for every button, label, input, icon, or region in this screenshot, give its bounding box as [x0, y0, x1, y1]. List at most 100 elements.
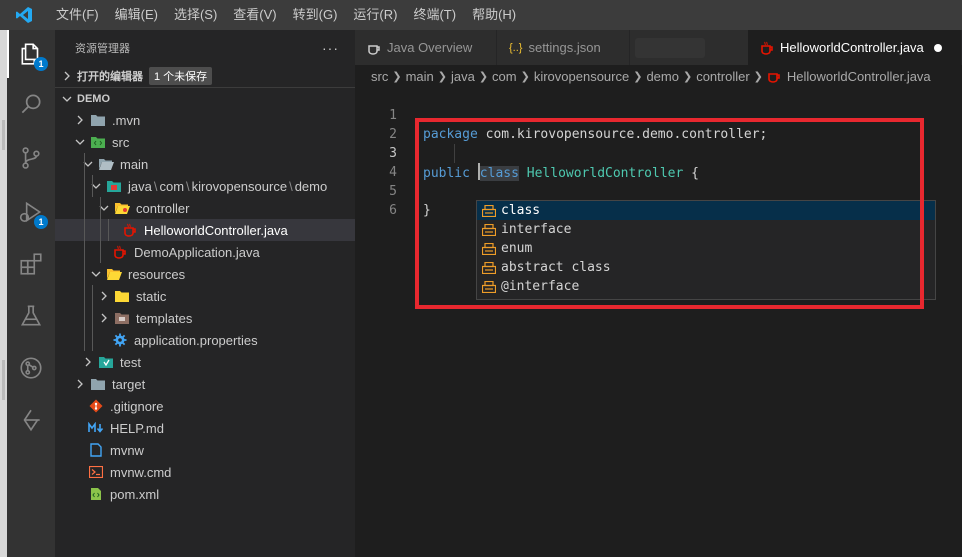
chevron-down-icon — [80, 156, 96, 172]
chevron-right-icon: ❯ — [392, 70, 402, 83]
breadcrumb-item[interactable]: HelloworldController.java — [787, 69, 931, 84]
testing-flask-icon[interactable] — [7, 292, 55, 340]
breadcrumb-item[interactable]: kirovopensource — [534, 69, 629, 84]
breadcrumb-item[interactable]: main — [406, 69, 434, 84]
menu-go[interactable]: 转到(G) — [285, 0, 346, 30]
tree-item-static[interactable]: static — [55, 285, 355, 307]
run-debug-icon[interactable]: 1 — [7, 188, 55, 236]
tree-item-gitignore[interactable]: .gitignore — [55, 395, 355, 417]
more-actions-icon[interactable]: ··· — [322, 40, 339, 56]
search-icon[interactable] — [7, 80, 55, 128]
annotation-highlight-box — [415, 118, 924, 309]
menu-selection[interactable]: 选择(S) — [166, 0, 225, 30]
tab-helloworld-controller[interactable]: HelloworldController.java — [748, 30, 962, 65]
title-bar: 文件(F) 编辑(E) 选择(S) 查看(V) 转到(G) 运行(R) 终端(T… — [0, 0, 962, 30]
tree-item-resources[interactable]: resources — [55, 263, 355, 285]
extensions-icon[interactable] — [7, 240, 55, 288]
breadcrumb-item[interactable]: controller — [696, 69, 749, 84]
activity-bar: 1 1 — [7, 30, 55, 557]
line-number: 6 — [389, 203, 397, 218]
debug-badge: 1 — [34, 215, 48, 229]
project-section[interactable]: DEMO — [55, 87, 355, 109]
tree-label: controller — [136, 200, 190, 216]
gear-icon — [112, 332, 128, 348]
tree-item-helloworld-controller[interactable]: HelloworldController.java — [55, 219, 355, 241]
tree-item-mvnw-cmd[interactable]: mvnw.cmd — [55, 461, 355, 483]
tree-item-demo-application[interactable]: DemoApplication.java — [55, 241, 355, 263]
java-file-icon — [122, 222, 138, 238]
sidebar-header: 资源管理器 ··· — [55, 30, 355, 65]
chevron-down-icon — [96, 200, 112, 216]
package-path: java \ com \ kirovopensource \ demo — [128, 178, 328, 194]
menu-view[interactable]: 查看(V) — [225, 0, 284, 30]
java-overview-icon — [367, 41, 381, 55]
tree-label: mvnw.cmd — [110, 464, 172, 480]
code-line-1: 1 package com.kirovopensource.demo.contr… — [355, 87, 962, 142]
folder-icon — [90, 112, 106, 128]
tree-label: pom.xml — [110, 486, 160, 502]
unsaved-dot-icon[interactable] — [933, 43, 942, 52]
chevron-right-icon — [59, 68, 75, 84]
resources-folder-icon — [106, 266, 122, 282]
tree-item-templates[interactable]: templates — [55, 307, 355, 329]
menu-file[interactable]: 文件(F) — [48, 0, 107, 30]
tree-item-pom-xml[interactable]: pom.xml — [55, 483, 355, 505]
project-label: DEMO — [77, 92, 110, 105]
open-editors-section[interactable]: 打开的编辑器 1 个未保存 — [55, 65, 355, 87]
tree-label: resources — [128, 266, 186, 282]
tree-label: .mvn — [112, 112, 141, 128]
breadcrumb-item[interactable]: src — [371, 69, 388, 84]
folder-open-icon — [98, 156, 114, 172]
chevron-right-icon: ❯ — [478, 70, 489, 83]
src-folder-icon — [90, 134, 106, 150]
breadcrumb-item[interactable]: java — [451, 69, 475, 84]
remote-explorer-icon[interactable] — [7, 396, 55, 444]
vscode-logo-icon — [0, 0, 48, 30]
java-file-icon — [767, 69, 781, 83]
tree-label: target — [112, 376, 146, 392]
explorer-sidebar: 资源管理器 ··· 打开的编辑器 1 个未保存 DEMO .mvn src ma… — [55, 30, 355, 557]
chevron-down-icon — [72, 134, 88, 150]
menu-terminal[interactable]: 终端(T) — [405, 0, 464, 30]
tree-item-help-md[interactable]: HELP.md — [55, 417, 355, 439]
file-icon — [88, 442, 104, 458]
tab-label: Java Overview — [387, 40, 473, 55]
tree-label: .gitignore — [110, 398, 164, 414]
menu-run[interactable]: 运行(R) — [345, 0, 405, 30]
tree-item-main[interactable]: main — [55, 153, 355, 175]
terminal-file-icon — [88, 464, 104, 480]
tree-item-mvn[interactable]: .mvn — [55, 109, 355, 131]
tab-label: settings.json — [528, 40, 601, 55]
tab-java-overview[interactable]: Java Overview — [355, 30, 497, 65]
explorer-icon[interactable]: 1 — [7, 30, 55, 78]
tree-label: test — [120, 354, 141, 370]
tree-label: mvnw — [110, 442, 144, 458]
tree-item-mvnw[interactable]: mvnw — [55, 439, 355, 461]
open-editors-label: 打开的编辑器 — [77, 71, 143, 83]
templates-folder-icon — [114, 310, 130, 326]
tree-item-java-package[interactable]: java \ com \ kirovopensource \ demo — [55, 175, 355, 197]
git-graph-icon[interactable] — [7, 344, 55, 392]
menu-edit[interactable]: 编辑(E) — [107, 0, 166, 30]
tree-item-test[interactable]: test — [55, 351, 355, 373]
tree-label: HELP.md — [110, 420, 164, 436]
chevron-right-icon — [72, 376, 88, 392]
folder-icon — [90, 376, 106, 392]
tree-item-target[interactable]: target — [55, 373, 355, 395]
java-file-icon — [112, 244, 128, 260]
explorer-badge: 1 — [34, 57, 48, 71]
test-folder-icon — [98, 354, 114, 370]
source-control-icon[interactable] — [7, 134, 55, 182]
chevron-right-icon: ❯ — [520, 70, 530, 83]
tab-settings-json[interactable]: {..} settings.json — [497, 30, 630, 65]
tree-item-controller[interactable]: controller — [55, 197, 355, 219]
tree-item-src[interactable]: src — [55, 131, 355, 153]
breadcrumb-item[interactable]: demo — [646, 69, 679, 84]
tree-label: application.properties — [134, 332, 258, 348]
tree-item-application-properties[interactable]: application.properties — [55, 329, 355, 351]
menu-help[interactable]: 帮助(H) — [464, 0, 524, 30]
unsaved-badge: 1 个未保存 — [149, 67, 213, 85]
breadcrumb-item[interactable]: com — [492, 69, 517, 84]
chevron-down-icon — [88, 178, 104, 194]
tree-label: static — [136, 288, 167, 304]
